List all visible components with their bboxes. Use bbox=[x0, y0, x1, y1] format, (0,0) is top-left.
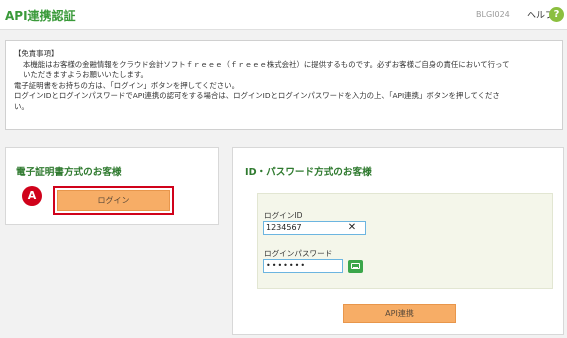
api-link-button[interactable]: API連携 bbox=[343, 304, 456, 323]
password-input[interactable]: ••••••• bbox=[263, 259, 343, 273]
clear-icon[interactable]: ✕ bbox=[347, 223, 357, 233]
annotation-marker-a: A bbox=[22, 186, 42, 206]
app-header: API連携認証 BLGI024 ヘルプ ? bbox=[0, 0, 567, 30]
page-title: API連携認証 bbox=[5, 9, 76, 23]
disclaimer-line: ログインIDとログインパスワードでAPI連携の認可をする場合は、ログインIDとロ… bbox=[14, 91, 500, 101]
password-label: ログインパスワード bbox=[264, 249, 333, 258]
password-panel-title: ID・パスワード方式のお客様 bbox=[245, 167, 372, 178]
disclaimer-heading: 【免責事項】 bbox=[14, 49, 59, 58]
login-button[interactable]: ログイン bbox=[57, 190, 170, 211]
disclaimer-box: 【免責事項】 本機能はお客様の金融情報をクラウド会計ソフトｆｒｅｅｅ（ｆｒｅｅｅ… bbox=[5, 40, 563, 130]
software-keyboard-icon[interactable] bbox=[348, 260, 363, 273]
screen-id: BLGI024 bbox=[476, 10, 510, 19]
help-icon[interactable]: ? bbox=[549, 7, 564, 22]
credentials-form: ログインID 1234567 ✕ ログインパスワード ••••••• bbox=[257, 193, 553, 289]
disclaimer-line: い。 bbox=[14, 101, 29, 111]
disclaimer-line: 本機能はお客様の金融情報をクラウド会計ソフトｆｒｅｅｅ（ｆｒｅｅｅ株式会社）に提… bbox=[23, 59, 510, 69]
certificate-panel-title: 電子証明書方式のお客様 bbox=[16, 167, 122, 178]
password-login-panel: ID・パスワード方式のお客様 ログインID 1234567 ✕ ログインパスワー… bbox=[232, 147, 564, 335]
disclaimer-line: 電子証明書をお持ちの方は、「ログイン」ボタンを押してください。 bbox=[14, 80, 239, 90]
login-id-label: ログインID bbox=[264, 211, 303, 220]
certificate-login-panel: 電子証明書方式のお客様 A ログイン bbox=[5, 147, 219, 225]
disclaimer-line: いただきますようお願いいたします。 bbox=[23, 70, 148, 80]
